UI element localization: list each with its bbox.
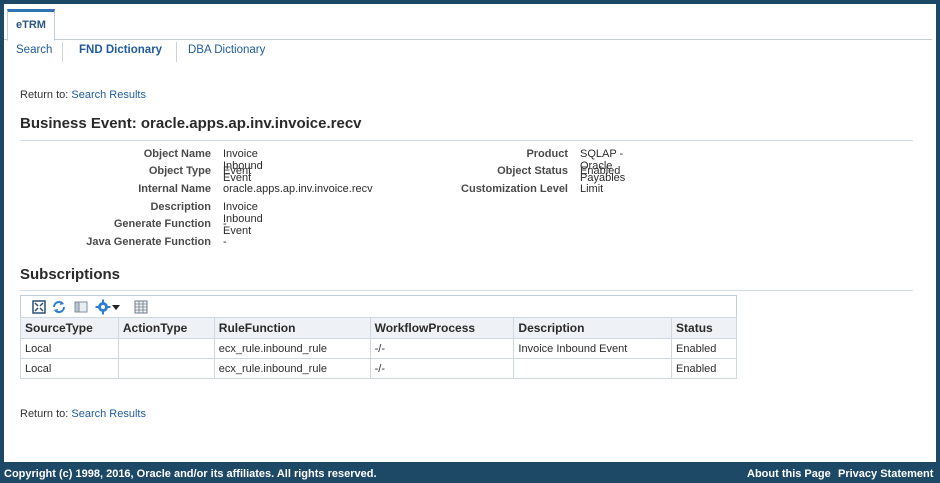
privacy-statement-link[interactable]: Privacy Statement [838,468,933,480]
return-prefix: Return to: [20,408,69,420]
prop-value: Invoice Inbound Event [223,201,263,237]
prop-label: Customization Level [461,183,568,195]
about-page-link[interactable]: About this Page [747,468,831,480]
table-cell: Enabled [671,358,737,379]
nav-divider [176,42,177,62]
table-cell [117,358,215,379]
column-header[interactable]: Status [671,317,737,339]
chevron-down-icon[interactable] [111,299,121,315]
title-divider [20,140,913,141]
table-row[interactable]: Local ecx_rule.inbound_rule -/- Invoice … [20,338,737,359]
column-header[interactable]: SourceType [20,317,119,339]
table-cell: Invoice Inbound Event [513,338,673,359]
prop-label: Object Type [148,165,211,177]
table-cell [117,338,215,359]
table-cell: ecx_rule.inbound_rule [213,358,371,379]
subscriptions-table: SourceType ActionType RuleFunction Workf… [20,317,737,379]
main-content [4,4,936,462]
subscriptions-heading: Subscriptions [20,266,121,283]
nav-fnd-dictionary-link[interactable]: FND Dictionary [79,44,162,56]
return-to-top: Return to: Search Results [20,89,146,101]
column-header[interactable]: WorkflowProcess [369,317,515,339]
prop-label: Java Generate Function [86,236,211,248]
prop-label: Product [526,148,568,160]
column-header[interactable]: ActionType [117,317,215,339]
table-cell: Enabled [671,338,737,359]
table-cell: Local [20,358,119,379]
search-results-link[interactable]: Search Results [71,89,146,101]
detach-icon[interactable] [31,299,47,315]
nav-dba-dictionary-link[interactable]: DBA Dictionary [188,44,265,56]
nav-divider [62,42,63,62]
table-row[interactable]: Local ecx_rule.inbound_rule -/- Enabled [20,358,737,379]
prop-value: Limit [580,183,604,195]
footer: Copyright (c) 1998, 2016, Oracle and/or … [0,463,940,483]
prop-value: oracle.apps.ap.inv.invoice.recv [223,183,373,195]
copyright-text: Copyright (c) 1998, 2016, Oracle and/or … [4,468,377,480]
return-prefix: Return to: [20,89,69,101]
prop-label: Object Name [143,148,211,160]
column-header[interactable]: Description [513,317,673,339]
freeze-icon[interactable] [73,299,89,315]
page-title: Business Event: oracle.apps.ap.inv.invoi… [20,115,362,132]
table-cell: Local [20,338,119,359]
refresh-icon[interactable] [51,299,67,315]
table-cell: ecx_rule.inbound_rule [213,338,371,359]
return-to-bottom: Return to: Search Results [20,408,146,420]
table-cell [513,358,673,379]
search-results-link[interactable]: Search Results [71,408,146,420]
prop-value: - [223,236,227,248]
columns-icon[interactable] [133,299,149,315]
prop-value: Enabled [580,165,621,177]
table-header-row: SourceType ActionType RuleFunction Workf… [20,317,737,339]
subscriptions-divider [20,290,913,291]
table-cell: -/- [369,338,515,359]
table-toolbar [20,295,737,317]
column-header[interactable]: RuleFunction [213,317,371,339]
tab-etrm[interactable]: eTRM [7,9,55,41]
prop-value: - [223,218,227,230]
tab-strip: eTRM [4,4,932,41]
prop-label: Description [150,201,211,213]
prop-value: Event [223,165,252,177]
prop-label: Internal Name [138,183,211,195]
prop-label: Generate Function [113,218,211,230]
gear-icon[interactable] [95,299,111,315]
nav-search-link[interactable]: Search [16,44,52,56]
prop-label: Object Status [497,165,568,177]
table-cell: -/- [369,358,515,379]
